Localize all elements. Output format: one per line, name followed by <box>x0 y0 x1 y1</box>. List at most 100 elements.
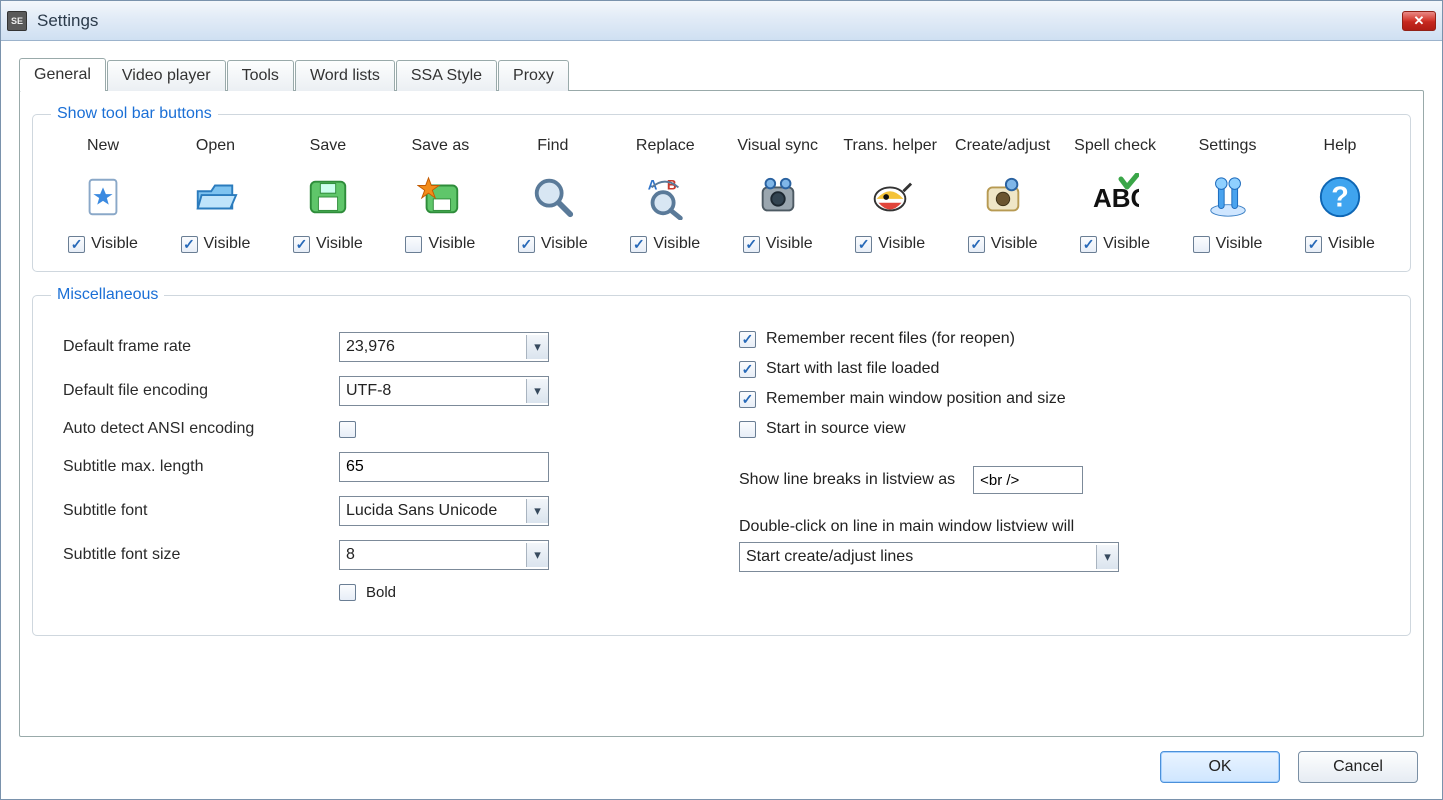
tab-general[interactable]: General <box>19 58 106 91</box>
toolbar-item-settings: Settings Visible <box>1178 137 1278 253</box>
toolbar-item-createadjust: Create/adjust Visible <box>953 137 1053 253</box>
settings-icon <box>1200 169 1256 225</box>
remember-window-checkbox[interactable] <box>739 391 756 408</box>
tab-panel-general: Show tool bar buttons NewVisibleOpenVisi… <box>19 90 1424 737</box>
toolbar-visible-checkbox-save[interactable] <box>293 236 310 253</box>
toolbar-item-label: Settings <box>1199 137 1257 159</box>
toolbar-visible-checkbox-new[interactable] <box>68 236 85 253</box>
auto-detect-ansi-checkbox[interactable] <box>339 421 356 438</box>
toolbar-visible-checkbox-open[interactable] <box>181 236 198 253</box>
toolbar-item-replace: ReplaceABVisible <box>615 137 715 253</box>
settings-window: SE Settings ✕ GeneralVideo playerToolsWo… <box>0 0 1443 800</box>
toolbar-visible-checkbox-find[interactable] <box>518 236 535 253</box>
content-area: GeneralVideo playerToolsWord listsSSA St… <box>1 41 1442 737</box>
toolbar-visible-checkbox-createadjust[interactable] <box>968 236 985 253</box>
double-click-label: Double-click on line in main window list… <box>739 518 1384 536</box>
tabstrip: GeneralVideo playerToolsWord listsSSA St… <box>19 60 1424 91</box>
miscellaneous-legend: Miscellaneous <box>51 286 164 304</box>
tab-proxy[interactable]: Proxy <box>498 60 569 91</box>
toolbar-item-label: Find <box>537 137 568 159</box>
chevron-down-icon <box>526 379 548 403</box>
toolbar-item-label: Save as <box>411 137 469 159</box>
toolbar-visible-label: Visible <box>204 235 251 253</box>
show-line-breaks-label: Show line breaks in listview as <box>739 471 955 489</box>
chevron-down-icon <box>526 543 548 567</box>
help-icon: ? <box>1312 169 1368 225</box>
svg-text:ABC: ABC <box>1093 183 1139 213</box>
default-frame-rate-label: Default frame rate <box>59 338 339 356</box>
toolbar-visible-checkbox-spellcheck[interactable] <box>1080 236 1097 253</box>
toolbar-visible-checkbox-settings[interactable] <box>1193 236 1210 253</box>
default-file-encoding-label: Default file encoding <box>59 382 339 400</box>
subtitle-font-size-select[interactable]: 8 <box>339 540 549 570</box>
save-icon <box>300 169 356 225</box>
toolbar-item-find: FindVisible <box>503 137 603 253</box>
subtitle-font-size-label: Subtitle font size <box>59 546 339 564</box>
tab-word-lists[interactable]: Word lists <box>295 60 395 91</box>
toolbar-item-open: OpenVisible <box>165 137 265 253</box>
default-frame-rate-select[interactable]: 23,976 <box>339 332 549 362</box>
remember-recent-checkbox[interactable] <box>739 331 756 348</box>
toolbar-visible-label: Visible <box>878 235 925 253</box>
double-click-action-select[interactable]: Start create/adjust lines <box>739 542 1119 572</box>
toolbar-visible-label: Visible <box>91 235 138 253</box>
toolbar-item-spellcheck: Spell checkABCVisible <box>1065 137 1165 253</box>
spellcheck-icon: ABC <box>1087 169 1143 225</box>
toolbar-buttons-grid: NewVisibleOpenVisibleSaveVisibleSave asV… <box>51 133 1392 255</box>
open-icon <box>187 169 243 225</box>
toolbar-item-label: Spell check <box>1074 137 1156 159</box>
toolbar-visible-label: Visible <box>1216 235 1263 253</box>
subtitle-max-length-label: Subtitle max. length <box>59 458 339 476</box>
window-title: Settings <box>37 11 98 31</box>
ok-button[interactable]: OK <box>1160 751 1280 783</box>
find-icon <box>525 169 581 225</box>
cancel-button[interactable]: Cancel <box>1298 751 1418 783</box>
toolbar-visible-checkbox-visualsync[interactable] <box>743 236 760 253</box>
toolbar-visible-label: Visible <box>991 235 1038 253</box>
svg-text:?: ? <box>1331 182 1349 214</box>
toolbar-visible-checkbox-replace[interactable] <box>630 236 647 253</box>
start-source-view-checkbox[interactable] <box>739 421 756 438</box>
new-icon <box>75 169 131 225</box>
remember-recent-label: Remember recent files (for reopen) <box>766 330 1015 348</box>
toolbar-item-transhelper: Trans. helper Visible <box>840 137 940 253</box>
subtitle-font-select[interactable]: Lucida Sans Unicode <box>339 496 549 526</box>
tab-ssa-style[interactable]: SSA Style <box>396 60 497 91</box>
toolbar-visible-checkbox-saveas[interactable] <box>405 236 422 253</box>
miscellaneous-group: Miscellaneous Default frame rate 23,976 … <box>32 286 1411 636</box>
tab-tools[interactable]: Tools <box>227 60 294 91</box>
toolbar-item-help: Help?Visible <box>1290 137 1390 253</box>
bold-label: Bold <box>366 584 396 601</box>
toolbar-item-label: Replace <box>636 137 695 159</box>
toolbar-visible-checkbox-transhelper[interactable] <box>855 236 872 253</box>
toolbar-item-label: Create/adjust <box>955 137 1050 159</box>
toolbar-item-label: Visual sync <box>737 137 818 159</box>
subtitle-max-length-input[interactable] <box>339 452 549 482</box>
start-last-file-checkbox[interactable] <box>739 361 756 378</box>
chevron-down-icon <box>1096 545 1118 569</box>
bold-checkbox[interactable] <box>339 584 356 601</box>
toolbar-item-saveas: Save asVisible <box>390 137 490 253</box>
replace-icon: AB <box>637 169 693 225</box>
auto-detect-ansi-label: Auto detect ANSI encoding <box>59 420 339 438</box>
toolbar-item-visualsync: Visual syncVisible <box>728 137 828 253</box>
close-button[interactable]: ✕ <box>1402 11 1436 31</box>
toolbar-item-label: Help <box>1324 137 1357 159</box>
toolbar-visible-label: Visible <box>316 235 363 253</box>
tab-video-player[interactable]: Video player <box>107 60 226 91</box>
saveas-icon <box>412 169 468 225</box>
app-icon: SE <box>7 11 27 31</box>
show-line-breaks-input[interactable] <box>973 466 1083 494</box>
default-file-encoding-select[interactable]: UTF-8 <box>339 376 549 406</box>
dialog-button-bar: OK Cancel <box>1 737 1442 799</box>
chevron-down-icon <box>526 335 548 359</box>
toolbar-item-label: New <box>87 137 119 159</box>
remember-window-label: Remember main window position and size <box>766 390 1066 408</box>
toolbar-buttons-legend: Show tool bar buttons <box>51 105 218 123</box>
toolbar-item-label: Trans. helper <box>843 137 937 159</box>
toolbar-item-save: Save Visible <box>278 137 378 253</box>
toolbar-item-label: Save <box>310 137 346 159</box>
chevron-down-icon <box>526 499 548 523</box>
toolbar-visible-checkbox-help[interactable] <box>1305 236 1322 253</box>
toolbar-item-new: New Visible <box>53 137 153 253</box>
